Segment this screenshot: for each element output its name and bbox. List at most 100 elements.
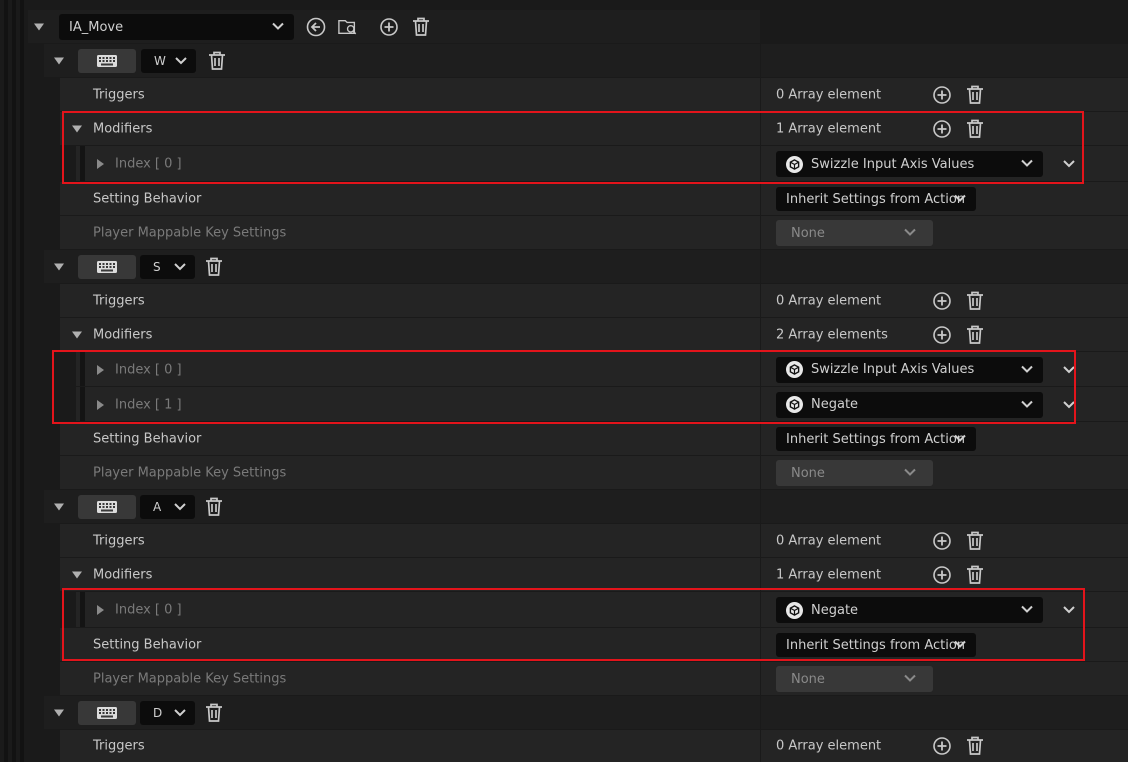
mapping-header-s: S	[0, 250, 1128, 284]
modifier-class-dropdown[interactable]: Swizzle Input Axis Values	[776, 356, 1043, 383]
delete-modifiers-icon[interactable]	[965, 325, 985, 345]
mapping-header-d: D	[0, 696, 1128, 730]
triggers-row: Triggers 0 Array element	[0, 730, 1128, 762]
modifier-class-name: Negate	[811, 602, 859, 618]
player-mappable-dropdown[interactable]: None	[776, 460, 933, 486]
index-label: Index [ 0 ]	[115, 602, 182, 618]
player-mappable-value: None	[791, 225, 825, 241]
triggers-row: Triggers 0 Array element	[0, 524, 1128, 558]
mapping-collapse-arrow[interactable]	[54, 263, 64, 271]
modifier-class-name: Swizzle Input Axis Values	[811, 362, 975, 377]
keyboard-key-button[interactable]	[78, 701, 136, 725]
browse-folder-icon[interactable]	[338, 17, 358, 37]
chevron-down-icon	[175, 54, 187, 68]
add-trigger-icon[interactable]	[932, 531, 952, 551]
keyboard-key-button[interactable]	[78, 495, 136, 519]
action-collapse-arrow[interactable]	[34, 23, 44, 31]
delete-triggers-icon[interactable]	[965, 85, 985, 105]
modifiers-row: Modifiers 1 Array element	[0, 558, 1128, 592]
modifier-index-row: Index [ 0 ] Negate	[0, 592, 1128, 628]
delete-triggers-icon[interactable]	[965, 531, 985, 551]
index-expand-arrow[interactable]	[97, 159, 104, 169]
modifiers-collapse-arrow[interactable]	[72, 571, 82, 579]
triggers-label: Triggers	[93, 87, 145, 103]
delete-action-icon[interactable]	[411, 17, 431, 37]
delete-mapping-icon[interactable]	[207, 51, 227, 71]
mapping-collapse-arrow[interactable]	[54, 709, 64, 717]
modifier-index-row: Index [ 0 ] Swizzle Input Axis Values	[0, 352, 1128, 387]
modifier-index-row: Index [ 0 ] Swizzle Input Axis Values	[0, 146, 1128, 182]
setting-behavior-dropdown[interactable]: Inherit Settings from Action	[776, 633, 976, 657]
chevron-down-icon	[272, 20, 284, 35]
add-mapping-icon[interactable]	[379, 17, 399, 37]
options-chevron-icon[interactable]	[1059, 154, 1079, 174]
delete-modifiers-icon[interactable]	[965, 119, 985, 139]
setting-behavior-row: Setting Behavior Inherit Settings from A…	[0, 182, 1128, 216]
delete-mapping-icon[interactable]	[204, 703, 224, 723]
setting-behavior-dropdown[interactable]: Inherit Settings from Action	[776, 187, 976, 211]
keyboard-key-button[interactable]	[78, 255, 136, 279]
modifier-class-icon	[786, 361, 803, 378]
modifier-class-name: Negate	[811, 397, 859, 412]
modifiers-collapse-arrow[interactable]	[72, 331, 82, 339]
triggers-label: Triggers	[93, 533, 145, 549]
setting-behavior-dropdown[interactable]: Inherit Settings from Action	[776, 427, 976, 451]
triggers-count: 0 Array element	[776, 738, 882, 754]
keyboard-key-button[interactable]	[78, 49, 136, 73]
player-mappable-dropdown[interactable]: None	[776, 666, 933, 692]
player-mappable-label: Player Mappable Key Settings	[93, 465, 287, 481]
key-selector[interactable]: W	[141, 49, 196, 73]
input-action-name: IA_Move	[69, 19, 124, 35]
mapping-header-w: W	[0, 44, 1128, 78]
options-chevron-icon[interactable]	[1059, 360, 1079, 380]
triggers-label: Triggers	[93, 738, 145, 754]
key-selector[interactable]: S	[140, 255, 195, 279]
triggers-count: 0 Array element	[776, 87, 882, 103]
chevron-down-icon	[954, 432, 966, 447]
player-mappable-row: Player Mappable Key Settings None	[0, 456, 1128, 490]
options-chevron-icon[interactable]	[1059, 600, 1079, 620]
mapping-collapse-arrow[interactable]	[54, 503, 64, 511]
modifier-class-dropdown[interactable]: Negate	[776, 391, 1043, 418]
index-expand-arrow[interactable]	[97, 399, 104, 410]
mapping-collapse-arrow[interactable]	[54, 57, 64, 65]
modifiers-count: 1 Array element	[776, 567, 882, 583]
modifiers-collapse-arrow[interactable]	[72, 125, 82, 133]
input-action-dropdown[interactable]: IA_Move	[59, 14, 294, 40]
add-trigger-icon[interactable]	[932, 291, 952, 311]
keyboard-icon	[97, 55, 117, 67]
player-mappable-value: None	[791, 465, 825, 481]
add-trigger-icon[interactable]	[932, 85, 952, 105]
action-row: IA_Move	[0, 10, 1128, 44]
player-mappable-dropdown[interactable]: None	[776, 220, 933, 246]
player-mappable-label: Player Mappable Key Settings	[93, 671, 287, 687]
delete-triggers-icon[interactable]	[965, 291, 985, 311]
modifiers-count: 2 Array elements	[776, 327, 888, 343]
delete-mapping-icon[interactable]	[204, 257, 224, 277]
modifier-class-dropdown[interactable]: Negate	[776, 597, 1043, 623]
modifiers-row: Modifiers 1 Array element	[0, 112, 1128, 146]
delete-triggers-icon[interactable]	[965, 736, 985, 756]
delete-modifiers-icon[interactable]	[965, 565, 985, 585]
setting-behavior-row: Setting Behavior Inherit Settings from A…	[0, 422, 1128, 456]
chevron-down-icon	[1021, 362, 1033, 377]
add-modifier-icon[interactable]	[932, 325, 952, 345]
index-expand-arrow[interactable]	[97, 364, 104, 375]
add-modifier-icon[interactable]	[932, 119, 952, 139]
triggers-label: Triggers	[93, 293, 145, 309]
options-chevron-icon[interactable]	[1059, 395, 1079, 415]
delete-mapping-icon[interactable]	[204, 497, 224, 517]
add-modifier-icon[interactable]	[932, 565, 952, 585]
key-selector[interactable]: A	[140, 495, 195, 519]
add-trigger-icon[interactable]	[932, 736, 952, 756]
browse-back-icon[interactable]	[306, 17, 326, 37]
key-label: A	[153, 500, 162, 514]
key-selector[interactable]: D	[140, 701, 195, 725]
keyboard-icon	[97, 707, 117, 719]
modifier-class-dropdown[interactable]: Swizzle Input Axis Values	[776, 151, 1043, 177]
chevron-down-icon	[954, 638, 966, 653]
triggers-count: 0 Array element	[776, 533, 882, 549]
chevron-down-icon	[1021, 397, 1033, 412]
modifiers-label: Modifiers	[93, 327, 153, 343]
index-expand-arrow[interactable]	[97, 605, 104, 615]
